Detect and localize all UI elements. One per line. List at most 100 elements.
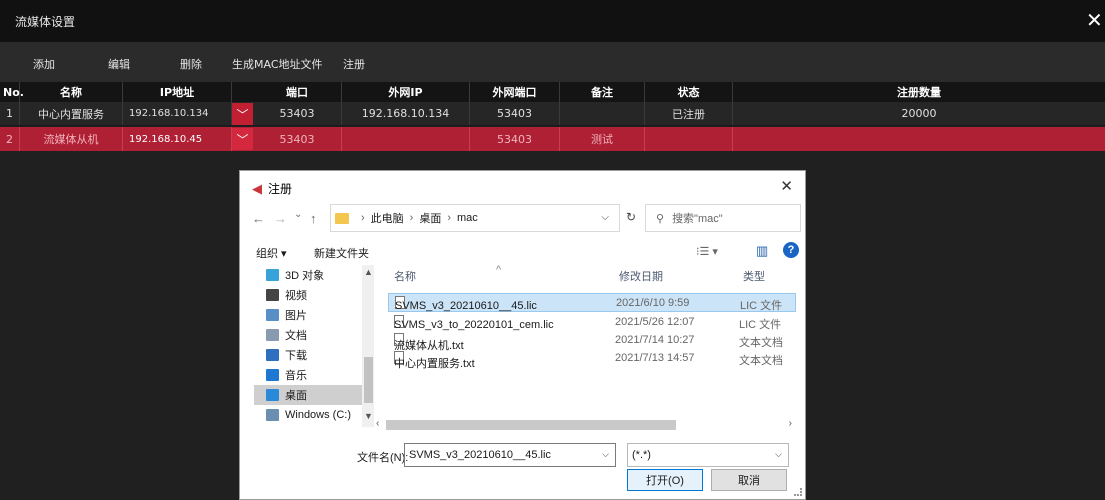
table-row-selected[interactable]: 2 流媒体从机 192.168.10.45 ﹀ 53403 53403 测试 (0, 127, 1105, 151)
up-arrow-icon[interactable]: ↑ (310, 211, 317, 226)
recent-locations-icon[interactable]: ⌄ (294, 209, 302, 220)
nav-item-label: 文档 (285, 330, 307, 342)
cell-ext-port: 53403 (470, 127, 560, 151)
back-arrow-icon[interactable]: ← (252, 211, 265, 226)
column-header-date[interactable]: 修改日期 (619, 267, 663, 285)
nav-item-pictures[interactable]: 图片 (254, 305, 362, 325)
dialog-close-icon[interactable]: ✕ (780, 177, 793, 195)
cell-reg-count (733, 127, 1105, 151)
file-row[interactable]: 中心内置服务.txt 2021/7/13 14:57 文本文档 (388, 349, 796, 370)
file-list: 名称 ^ 修改日期 类型 SVMS_v3_20210610__45.lic 20… (386, 264, 796, 425)
table-row[interactable]: 1 中心内置服务 192.168.10.134 ﹀ 53403 192.168.… (0, 102, 1105, 126)
cell-name: 流媒体从机 (20, 127, 123, 151)
cell-ext-port: 53403 (470, 102, 560, 125)
new-folder-button[interactable]: 新建文件夹 (314, 245, 369, 261)
nav-item-videos[interactable]: 视频 (254, 285, 362, 305)
cell-name: 中心内置服务 (20, 102, 123, 125)
file-name: 中心内置服务.txt (394, 358, 475, 370)
file-row[interactable]: SVMS_v3_to_20220101_cem.lic 2021/5/26 12… (388, 313, 796, 332)
cell-ip: 192.168.10.45 (123, 127, 232, 151)
register-button[interactable]: 注册 (343, 56, 365, 72)
col-reg-count: 注册数量 (897, 86, 941, 99)
edit-button[interactable]: 编辑 (108, 56, 130, 72)
nav-item-documents[interactable]: 文档 (254, 325, 362, 345)
address-box[interactable]: › 此电脑 › 桌面 › mac ⌵ (330, 204, 620, 232)
cell-ext-ip (342, 127, 470, 151)
nav-item-desktop[interactable]: 桌面 (254, 385, 362, 405)
column-header-name[interactable]: 名称 (394, 267, 416, 285)
register-app-icon: ◀ (252, 180, 262, 196)
file-row[interactable]: 流媒体从机.txt 2021/7/14 10:27 文本文档 (388, 331, 796, 352)
chevron-down-icon[interactable]: ⌵ (775, 449, 782, 460)
cell-remark (560, 102, 645, 125)
cancel-button[interactable]: 取消 (711, 469, 787, 491)
file-type: LIC 文件 (739, 319, 782, 331)
nav-item-label: 下载 (285, 350, 307, 362)
file-type-filter[interactable]: (*.*) ⌵ (627, 443, 789, 467)
preview-pane-icon[interactable]: ▥ (756, 243, 768, 259)
scroll-right-icon[interactable]: › (789, 418, 792, 429)
file-date: 2021/5/26 12:07 (615, 316, 695, 328)
drive-icon (266, 409, 279, 421)
address-dropdown-icon[interactable]: ⌵ (601, 212, 609, 223)
scroll-down-icon[interactable]: ▼ (364, 411, 373, 421)
nav-item-music[interactable]: 音乐 (254, 365, 362, 385)
search-input[interactable]: ⚲ 搜索"mac" (645, 204, 801, 232)
file-row[interactable]: SVMS_v3_20210610__45.lic 2021/6/10 9:59 … (388, 293, 796, 312)
file-date: 2021/6/10 9:59 (616, 297, 690, 309)
toolbar: 添加 编辑 删除 生成MAC地址文件 注册 (0, 42, 1105, 82)
column-header-type[interactable]: 类型 (743, 267, 765, 285)
3d-objects-icon (266, 269, 279, 281)
nav-item-windows-c[interactable]: Windows (C:) (254, 405, 362, 425)
folder-icon (335, 212, 349, 224)
documents-icon (266, 329, 279, 341)
organize-menu[interactable]: 组织 ▾ (256, 245, 287, 261)
breadcrumb-mac[interactable]: mac (457, 212, 478, 224)
help-icon[interactable]: ? (783, 242, 799, 258)
nav-item-label: 3D 对象 (285, 270, 325, 282)
file-type: LIC 文件 (740, 300, 783, 312)
search-placeholder: 搜索"mac" (672, 213, 723, 225)
delete-button[interactable]: 删除 (180, 56, 202, 72)
col-no: No. (0, 82, 24, 102)
nav-item-3d-objects[interactable]: 3D 对象 (254, 265, 362, 285)
breadcrumb-desktop[interactable]: 桌面 (419, 210, 441, 226)
add-button[interactable]: 添加 (33, 56, 55, 72)
chevron-down-icon[interactable]: ⌵ (602, 449, 609, 460)
nav-item-label: 音乐 (285, 370, 307, 382)
breadcrumb-separator: › (447, 212, 452, 224)
cell-port: 53403 (232, 127, 342, 151)
col-ext-ip: 外网IP (342, 82, 470, 102)
file-name: SVMS_v3_to_20220101_cem.lic (394, 319, 554, 331)
col-ext-port: 外网端口 (470, 82, 560, 102)
forward-arrow-icon[interactable]: → (274, 211, 287, 226)
nav-item-downloads[interactable]: 下载 (254, 345, 362, 365)
breadcrumb-this-pc[interactable]: 此电脑 (371, 210, 404, 226)
scroll-thumb[interactable] (364, 357, 373, 403)
register-file-dialog: ◀ 注册 ✕ ← → ⌄ ↑ › 此电脑 › 桌面 › mac ⌵ ↻ ⚲ 搜索… (239, 170, 806, 500)
generate-mac-file-button[interactable]: 生成MAC地址文件 (232, 56, 323, 72)
filename-label: 文件名(N): (357, 452, 409, 464)
file-type: 文本文档 (739, 337, 783, 349)
music-icon (266, 369, 279, 381)
cell-status (645, 127, 733, 151)
refresh-icon[interactable]: ↻ (626, 210, 636, 224)
change-view-icon[interactable]: ⁝☰ ▾ (696, 245, 718, 258)
open-button[interactable]: 打开(O) (627, 469, 703, 491)
nav-item-label: Windows (C:) (285, 409, 352, 421)
close-icon[interactable]: ✕ (1086, 10, 1103, 30)
stream-settings-window: 流媒体设置 ✕ 添加 编辑 删除 生成MAC地址文件 注册 No. 名称 IP地… (0, 0, 1105, 500)
cell-no: 2 (0, 127, 20, 151)
scroll-thumb[interactable] (386, 420, 676, 430)
scroll-up-icon[interactable]: ▲ (364, 267, 373, 277)
scroll-left-icon[interactable]: ‹ (376, 418, 379, 429)
cell-reg-count: 20000 (901, 107, 937, 120)
nav-item-label: 视频 (285, 290, 307, 302)
dialog-title-bar: ◀ 注册 (252, 180, 292, 197)
file-list-horizontal-scrollbar[interactable]: ‹ › (376, 418, 796, 432)
resize-grip[interactable] (794, 488, 802, 496)
nav-scrollbar[interactable]: ▲ ▼ (362, 265, 374, 427)
file-type: 文本文档 (739, 355, 783, 367)
filename-input[interactable]: SVMS_v3_20210610__45.lic ⌵ (404, 443, 616, 467)
sort-indicator-icon: ^ (496, 264, 502, 276)
